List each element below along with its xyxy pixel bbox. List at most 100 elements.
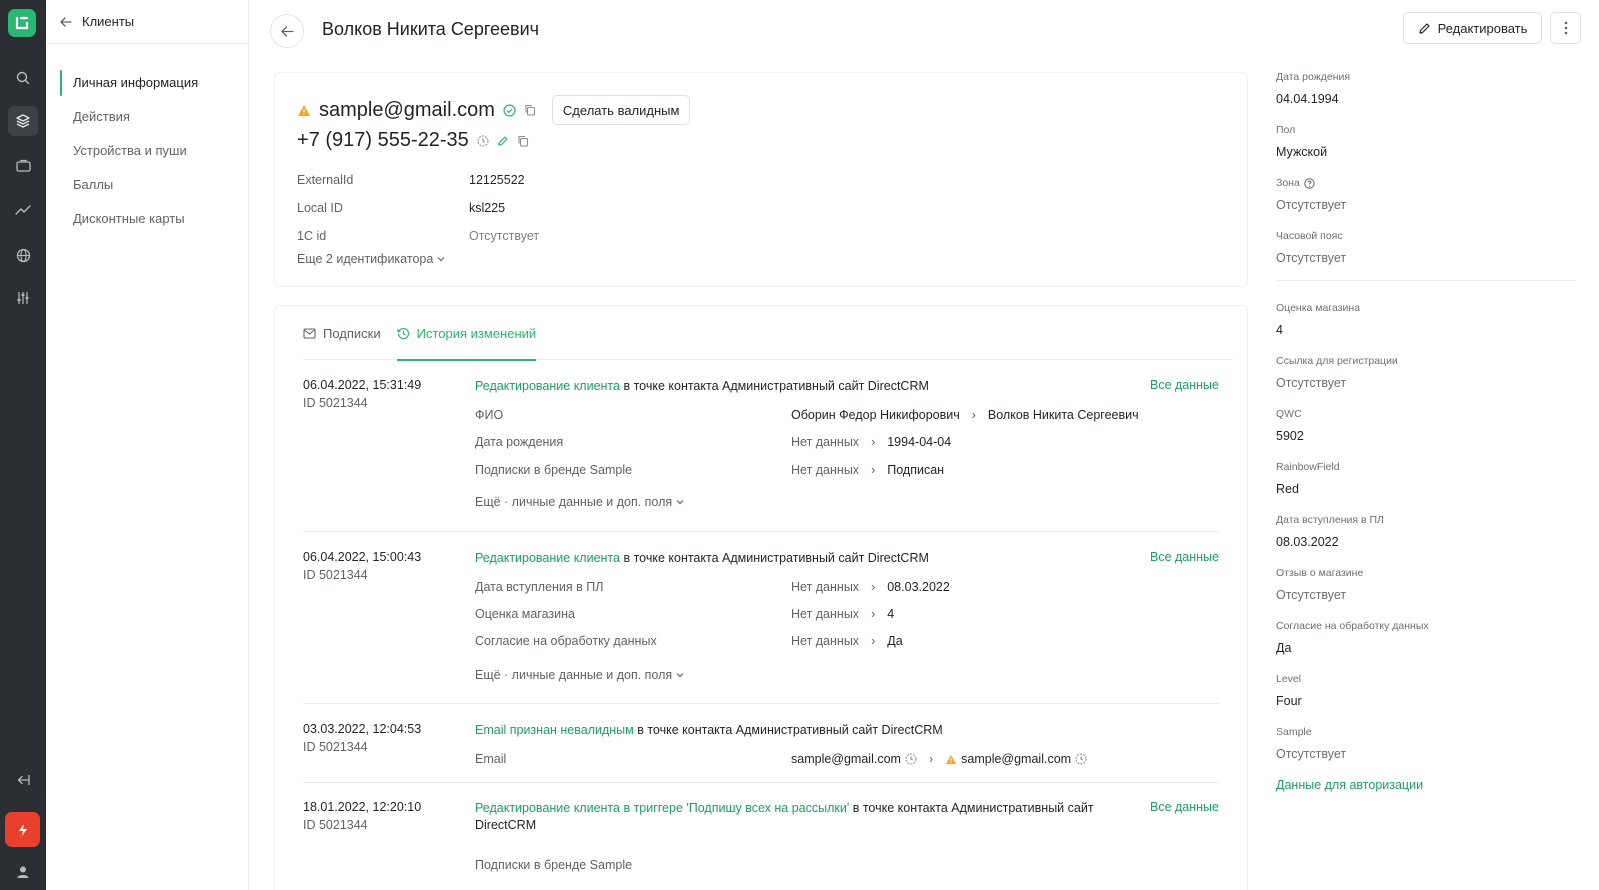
chevron-right-icon: › xyxy=(871,634,876,648)
field-label: Отзыв о магазине xyxy=(1276,567,1364,579)
field-value: 4 xyxy=(1276,323,1283,337)
change-new: Да xyxy=(887,634,903,648)
nav-item-devices[interactable]: Устройства и пуши xyxy=(46,134,248,168)
field-label: Оценка магазина xyxy=(1276,302,1360,314)
clock-icon xyxy=(1075,753,1087,765)
identifier-value: Отсутствует xyxy=(469,229,540,243)
change-row: Подписки в бренде Sample Нет данных › Подп… xyxy=(475,463,1235,483)
identifier-key: Local ID xyxy=(297,201,343,215)
pencil-icon xyxy=(1418,22,1430,34)
change-row: ФИО Оборин Федор Никифорович › Волков Ники… xyxy=(475,408,1235,428)
contact-card: sample@gmail.com Сделать валидным +7 (91… xyxy=(274,72,1248,287)
layers-icon[interactable] xyxy=(8,106,38,136)
more-menu-button[interactable] xyxy=(1550,12,1581,44)
briefcase-icon[interactable] xyxy=(8,150,38,180)
chart-icon[interactable] xyxy=(8,195,38,225)
edit-button[interactable]: Редактировать xyxy=(1403,12,1542,44)
globe-icon[interactable] xyxy=(8,240,38,270)
field-label: Дата вступления в ПЛ xyxy=(1276,514,1384,526)
entry-action-link[interactable]: Редактирование клиента xyxy=(475,551,620,565)
show-more-label: Ещё · личные данные и доп. поля xyxy=(475,495,673,509)
change-old: Нет данных xyxy=(791,634,860,648)
nav-item-points[interactable]: Баллы xyxy=(46,168,248,202)
profile-field: Level Four xyxy=(1276,672,1576,708)
history-entry: 06.04.2022, 15:31:49 ID 5021344 Редактир… xyxy=(303,378,1219,518)
chevron-right-icon: › xyxy=(871,463,876,477)
field-label: Зона xyxy=(1276,177,1300,189)
back-to-clients[interactable]: Клиенты xyxy=(46,0,248,44)
contact-email[interactable]: sample@gmail.com xyxy=(319,99,495,122)
edit-green-icon[interactable] xyxy=(497,135,509,147)
field-value: Отсутствует xyxy=(1276,376,1347,390)
app-logo-icon[interactable] xyxy=(8,9,36,37)
tab-change-history[interactable]: История изменений xyxy=(396,306,537,361)
copy-icon[interactable] xyxy=(524,104,536,116)
identifiers-list: ExternalId 12125522 Local ID ksl225 1C i… xyxy=(297,166,539,266)
user-icon[interactable] xyxy=(8,857,38,887)
clock-icon xyxy=(477,134,489,147)
divider xyxy=(303,531,1219,532)
field-label: Sample xyxy=(1276,726,1312,738)
field-value: Four xyxy=(1276,694,1302,708)
tab-subscriptions[interactable]: Подписки xyxy=(303,306,381,360)
change-old: Оборин Федор Никифорович xyxy=(791,408,960,422)
make-valid-button[interactable]: Сделать валидным xyxy=(551,95,691,125)
all-data-link[interactable]: Все данные xyxy=(1150,800,1219,814)
arrow-left-icon xyxy=(280,25,294,37)
entry-id: ID 5021344 xyxy=(303,396,368,410)
entry-action-link[interactable]: Редактирование клиента в триггере 'Подпи… xyxy=(475,801,849,815)
show-more-toggle[interactable]: Ещё · личные данные и доп. поля xyxy=(475,495,684,509)
entry-action-rest: в точке контакта Административный сайт D… xyxy=(619,379,929,393)
chevron-down-icon xyxy=(437,257,445,262)
field-value: Отсутствует xyxy=(1276,198,1347,212)
change-key: Подписки в бренде Sample xyxy=(475,858,633,872)
change-row: Подписки в бренде Sample xyxy=(475,858,1235,878)
all-data-link[interactable]: Все данные xyxy=(1150,550,1219,564)
entry-action-link[interactable]: Email признан невалидным xyxy=(475,723,634,737)
nav-item-personal-info[interactable]: Личная информация xyxy=(46,66,248,100)
change-row: Дата вступления в ПЛ Нет данных › 08.03.20… xyxy=(475,580,1235,600)
entry-id: ID 5021344 xyxy=(303,740,368,754)
copy-icon[interactable] xyxy=(517,135,529,147)
back-button[interactable] xyxy=(270,14,304,48)
field-label: RainbowField xyxy=(1276,461,1340,473)
change-key: Email xyxy=(475,752,507,766)
search-icon[interactable] xyxy=(8,63,38,93)
back-label: Клиенты xyxy=(82,14,135,29)
entry-id: ID 5021344 xyxy=(303,568,368,582)
profile-field: Оценка магазина 4 xyxy=(1276,301,1576,337)
more-identifiers-toggle[interactable]: Еще 2 идентификатора xyxy=(297,252,539,266)
nav-item-actions[interactable]: Действия xyxy=(46,100,248,134)
bolt-icon[interactable] xyxy=(5,812,40,847)
field-label: Согласие на обработку данных xyxy=(1276,620,1429,632)
mail-icon xyxy=(303,327,316,339)
change-key: Согласие на обработку данных xyxy=(475,634,657,648)
divider xyxy=(303,782,1219,783)
change-row: Оценка магазина Нет данных › 4 xyxy=(475,607,1235,627)
change-old: Нет данных xyxy=(791,580,860,594)
sliders-icon[interactable] xyxy=(8,283,38,313)
contact-phone[interactable]: +7 (917) 555-22-35 xyxy=(297,129,469,152)
field-label: Level xyxy=(1276,673,1302,685)
auth-data-link[interactable]: Данные для авторизации xyxy=(1276,778,1576,792)
change-row: Согласие на обработку данных Нет данных ›… xyxy=(475,634,1235,654)
page-title: Волков Никита Сергеевич xyxy=(322,19,540,39)
entry-description: Редактирование клиента в точке контакта … xyxy=(475,378,1125,395)
show-more-toggle[interactable]: Ещё · личные данные и доп. поля xyxy=(475,668,684,682)
more-identifiers-label: Еще 2 идентификатора xyxy=(297,252,434,266)
chevron-right-icon: › xyxy=(928,752,934,766)
profile-field: Отзыв о магазине Отсутствует xyxy=(1276,566,1576,602)
identifier-value: 12125522 xyxy=(469,173,525,187)
entry-description: Редактирование клиента в точке контакта … xyxy=(475,550,1125,567)
entry-action-link[interactable]: Редактирование клиента xyxy=(475,379,620,393)
all-data-link[interactable]: Все данные xyxy=(1150,378,1219,392)
field-label: QWC xyxy=(1276,408,1302,420)
help-circle-icon[interactable] xyxy=(1304,177,1315,189)
change-new: Волков Никита Сергеевич xyxy=(987,408,1139,422)
change-key: Оценка магазина xyxy=(475,607,575,621)
tab-label: История изменений xyxy=(416,325,537,341)
entry-action-rest: в точке контакта Административный сайт D… xyxy=(633,723,943,737)
collapse-icon[interactable] xyxy=(8,765,38,795)
nav-item-discount-cards[interactable]: Дисконтные карты xyxy=(46,202,248,236)
edit-button-label: Редактировать xyxy=(1437,20,1528,36)
